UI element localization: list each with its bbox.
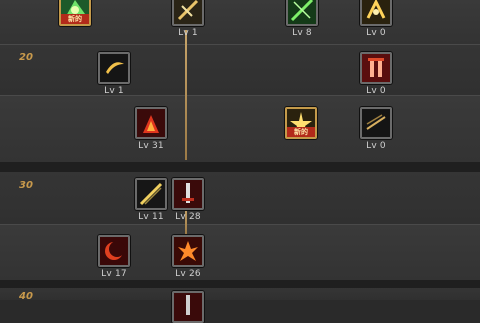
skill-sword-dash[interactable]: Lv 1 xyxy=(172,0,204,38)
skill-level-text: Lv 17 xyxy=(101,269,127,279)
sword-dash-icon xyxy=(172,0,204,26)
blood-blade-icon xyxy=(172,178,204,210)
tier-row-20 xyxy=(0,45,480,95)
skill-level-text: Lv 0 xyxy=(366,28,386,38)
fire-crescent-icon xyxy=(98,235,130,267)
skill-flare-burst[interactable]: Lv 26 xyxy=(172,235,204,279)
tier-row-30b xyxy=(0,225,480,280)
skill-level-text: Lv 1 xyxy=(104,86,124,96)
skill-crimson-pillar[interactable]: Lv 0 xyxy=(360,52,392,96)
skill-tier-40-partial[interactable] xyxy=(172,291,204,323)
level-marker-40: 40 xyxy=(19,291,33,302)
golden-slash-icon xyxy=(360,0,392,26)
skill-level-text: Lv 28 xyxy=(175,212,201,222)
skill-blood-blade[interactable]: Lv 28 xyxy=(172,178,204,222)
lightning-thrust-icon xyxy=(135,178,167,210)
skill-crescent-wind[interactable]: Lv 1 xyxy=(98,52,130,96)
nature-strike-icon: 新的 xyxy=(59,0,91,26)
tier-gap xyxy=(0,280,480,288)
sword-icon xyxy=(172,291,204,323)
crimson-pillar-icon xyxy=(360,52,392,84)
skill-level-text: Lv 1 xyxy=(178,28,198,38)
skill-fire-crescent[interactable]: Lv 17 xyxy=(98,235,130,279)
new-skill-badge: 新的 xyxy=(287,127,315,137)
skill-level-text: Lv 0 xyxy=(366,141,386,151)
skill-star-burst[interactable]: 新的 xyxy=(285,107,317,139)
skill-lightning-thrust[interactable]: Lv 11 xyxy=(135,178,167,222)
skill-tree: 20 30 40 新的 Lv 1 Lv 8 Lv 0 Lv 1 Lv 0 Lv … xyxy=(0,0,480,323)
skill-golden-slash[interactable]: Lv 0 xyxy=(360,0,392,38)
skill-shadow-claw[interactable]: Lv 0 xyxy=(360,107,392,151)
star-burst-icon: 新的 xyxy=(285,107,317,139)
shadow-claw-icon xyxy=(360,107,392,139)
tier-gap xyxy=(0,162,480,172)
skill-connector-line xyxy=(185,30,187,160)
blade-lock-icon xyxy=(286,0,318,26)
flare-burst-icon xyxy=(172,235,204,267)
tier-row-30 xyxy=(0,172,480,224)
skill-level-text: Lv 0 xyxy=(366,86,386,96)
skill-level-text: Lv 11 xyxy=(138,212,164,222)
new-skill-badge: 新的 xyxy=(61,14,89,24)
flame-kick-icon xyxy=(135,107,167,139)
tier-row-20b xyxy=(0,96,480,162)
level-marker-30: 30 xyxy=(19,180,33,191)
skill-nature-strike[interactable]: 新的 xyxy=(59,0,91,26)
skill-level-text: Lv 26 xyxy=(175,269,201,279)
skill-level-text: Lv 31 xyxy=(138,141,164,151)
level-marker-20: 20 xyxy=(19,52,33,63)
skill-blade-lock[interactable]: Lv 8 xyxy=(286,0,318,38)
skill-level-text: Lv 8 xyxy=(292,28,312,38)
crescent-wind-icon xyxy=(98,52,130,84)
skill-flame-kick[interactable]: Lv 31 xyxy=(135,107,167,151)
tier-row-40 xyxy=(0,288,480,300)
